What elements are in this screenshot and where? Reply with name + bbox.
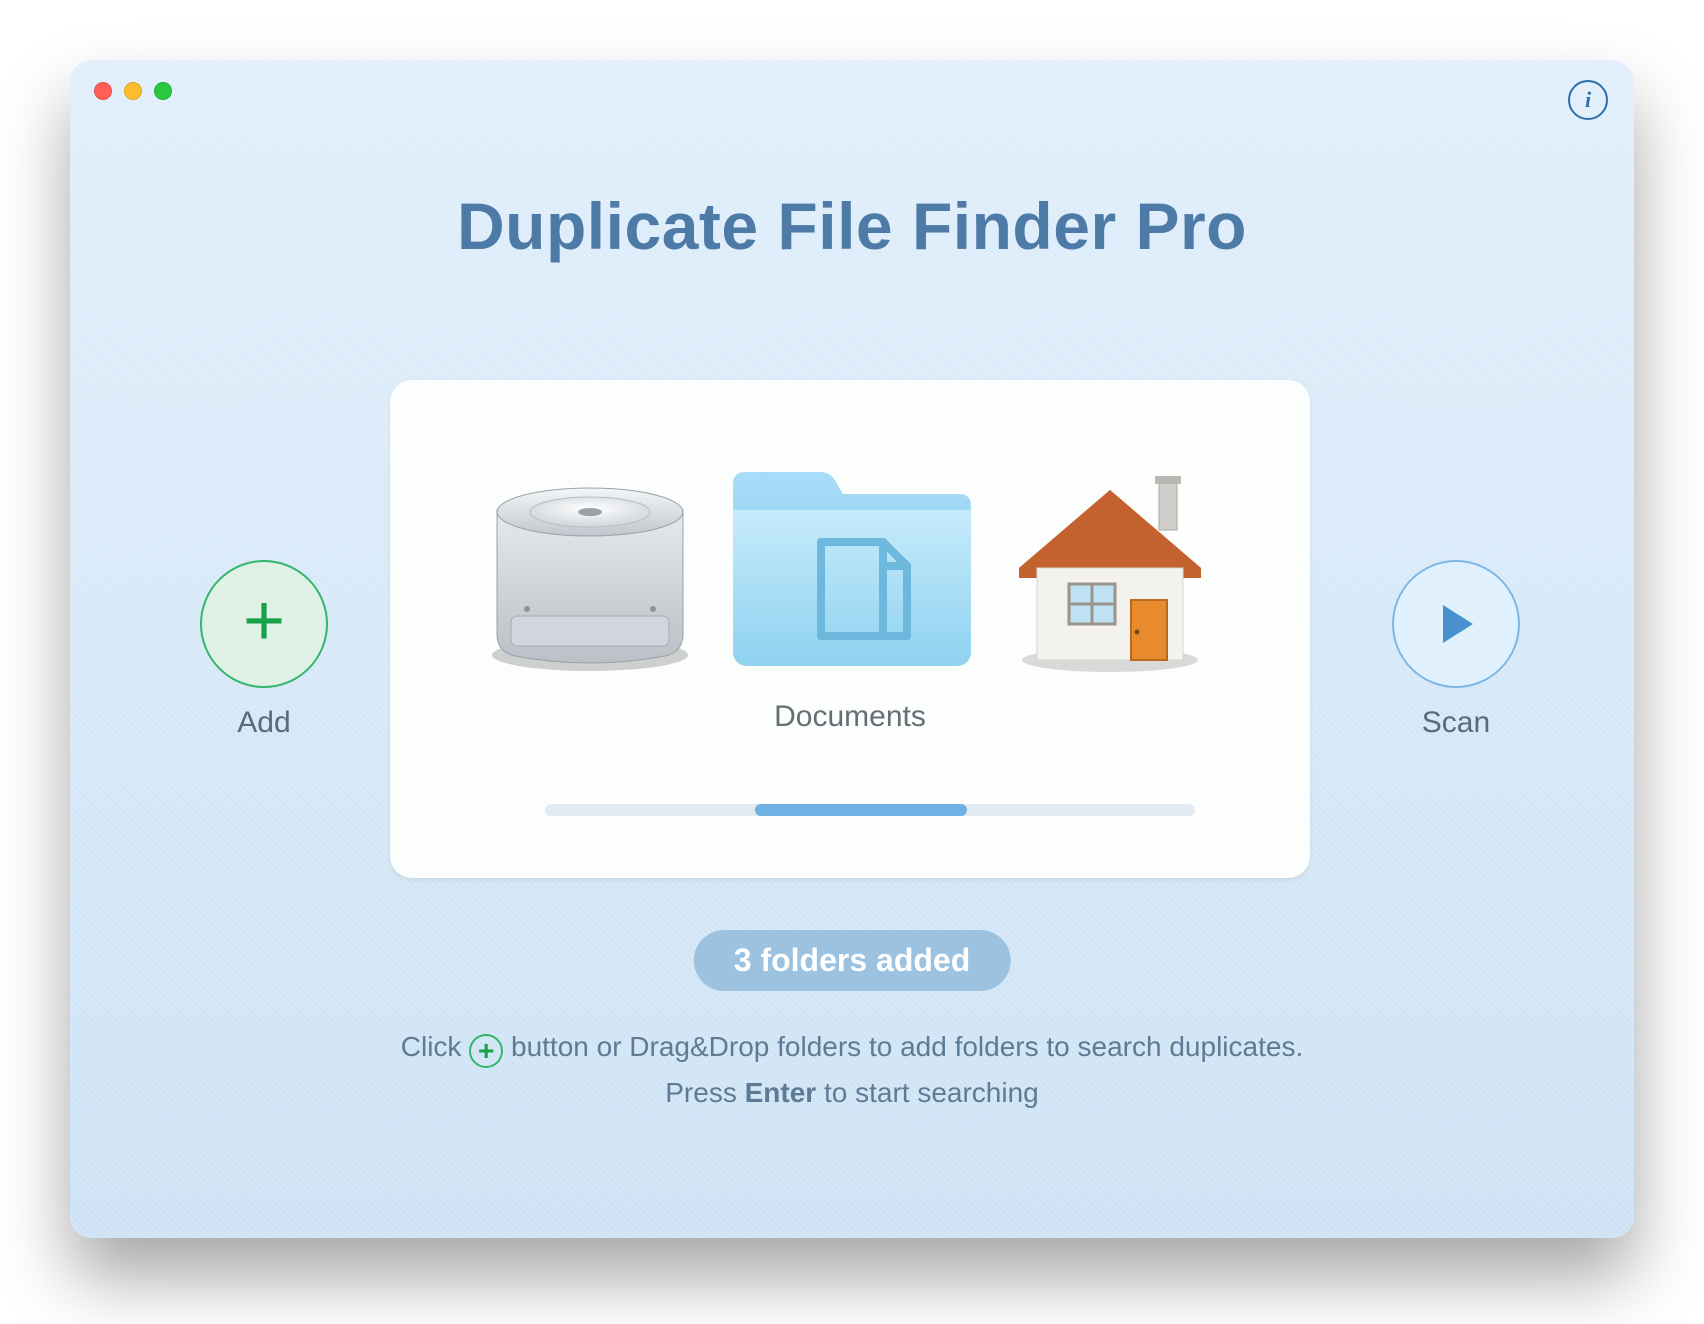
hints: Click + button or Drag&Drop folders to a… [70, 1024, 1634, 1116]
folders-panel[interactable]: Documents [390, 380, 1310, 878]
info-icon: i [1585, 87, 1591, 113]
harddrive-icon [475, 460, 705, 680]
window-controls [94, 82, 172, 100]
scan-label: Scan [1392, 706, 1520, 740]
selected-item-label: Documents [390, 700, 1310, 734]
scan-button[interactable] [1392, 560, 1520, 688]
documents-folder-icon [715, 450, 985, 690]
add-button[interactable]: + [200, 560, 328, 688]
add-section: + Add [200, 560, 328, 740]
minimize-window-button[interactable] [124, 82, 142, 100]
items-scrollbar-track[interactable] [545, 804, 1195, 816]
zoom-window-button[interactable] [154, 82, 172, 100]
app-window: i Duplicate File Finder Pro + Add Scan [70, 60, 1634, 1238]
add-label: Add [200, 706, 328, 740]
play-icon [1433, 601, 1479, 647]
items-scrollbar-thumb[interactable] [755, 804, 967, 816]
status-pill: 3 folders added [694, 930, 1011, 991]
home-folder-icon [995, 460, 1225, 680]
close-window-button[interactable] [94, 82, 112, 100]
app-title: Duplicate File Finder Pro [70, 188, 1634, 264]
plus-icon: + [469, 1034, 503, 1068]
hint-line-1: Click + button or Drag&Drop folders to a… [70, 1024, 1634, 1070]
hint-line-2: Press Enter to start searching [70, 1070, 1634, 1116]
info-button[interactable]: i [1568, 80, 1608, 120]
scan-section: Scan [1392, 560, 1520, 740]
folder-items [390, 450, 1310, 690]
